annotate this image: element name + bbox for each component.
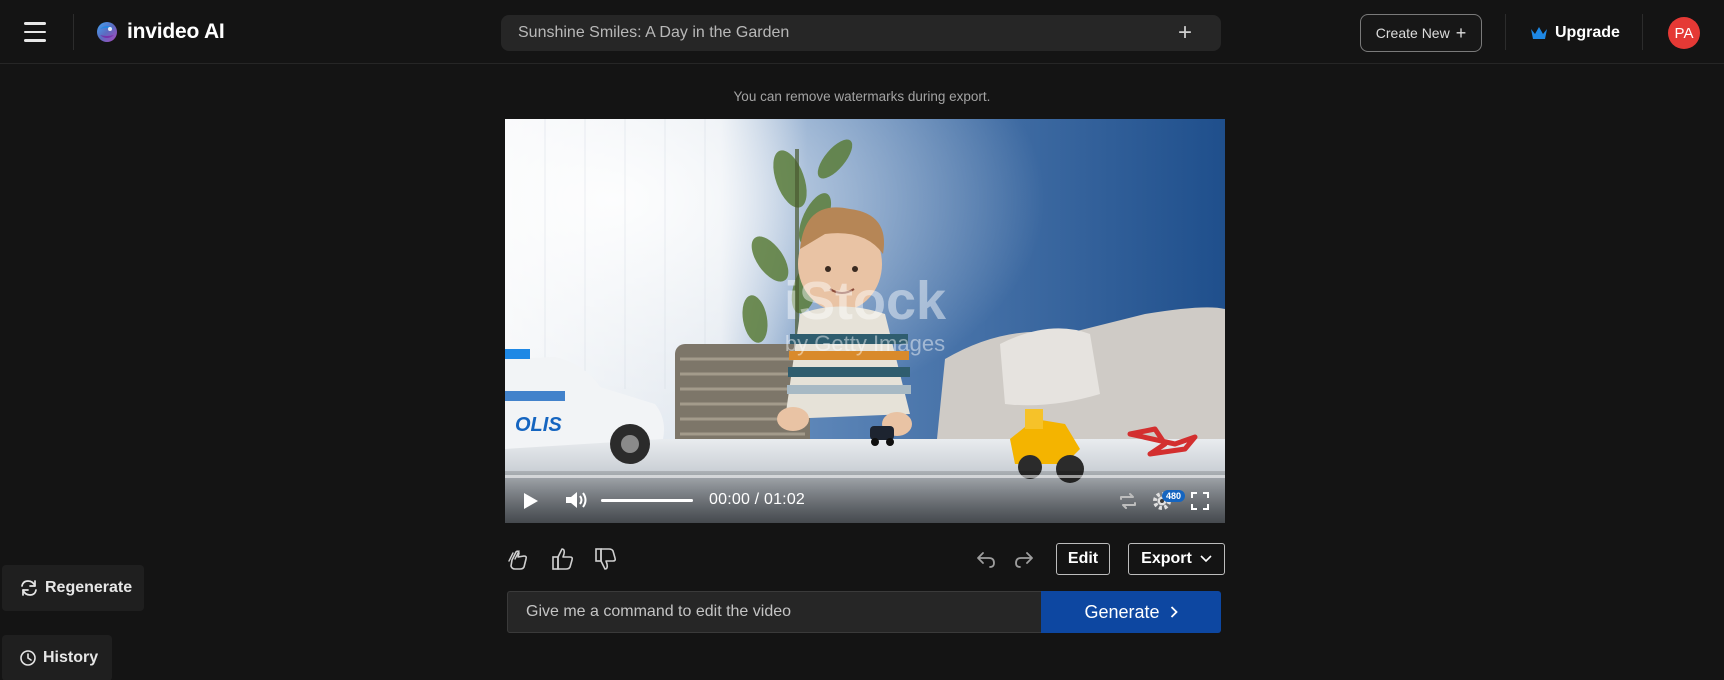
time-display: 00:00 / 01:02	[709, 491, 806, 508]
brand-name: invideo AI	[127, 20, 225, 43]
redo-icon[interactable]	[1013, 548, 1035, 570]
quality-badge: 480	[1162, 490, 1186, 502]
menu-icon[interactable]	[24, 18, 52, 46]
chevron-down-icon	[1200, 555, 1212, 563]
brand[interactable]: invideo AI	[95, 18, 225, 46]
command-input[interactable]	[507, 591, 1042, 633]
play-icon[interactable]	[519, 490, 541, 512]
invideo-logo	[97, 22, 117, 42]
fullscreen-icon[interactable]	[1190, 491, 1210, 511]
create-new-label: Create New	[1375, 25, 1450, 41]
thumbs-down-icon[interactable]	[593, 546, 619, 572]
thumbs-up-icon[interactable]	[550, 546, 576, 572]
export-label: Export	[1141, 550, 1192, 567]
regenerate-button[interactable]: Regenerate	[2, 565, 144, 611]
top-bar: invideo AI Sunshine Smiles: A Day in the…	[0, 0, 1724, 64]
edit-button[interactable]: Edit	[1056, 543, 1110, 575]
crown-icon	[1531, 27, 1547, 39]
export-button[interactable]: Export	[1128, 543, 1225, 575]
upgrade-button[interactable]: Upgrade	[1530, 20, 1620, 46]
watermark-notice: You can remove watermarks during export.	[733, 89, 991, 104]
progress-bar[interactable]	[505, 475, 1225, 478]
history-button[interactable]: History	[2, 635, 112, 680]
refresh-icon	[21, 580, 37, 596]
plus-icon[interactable]: +	[1178, 21, 1192, 45]
clap-icon[interactable]	[506, 546, 532, 572]
avatar[interactable]: PA	[1668, 17, 1700, 49]
divider	[1642, 14, 1643, 50]
volume-fill	[601, 499, 693, 502]
create-new-button[interactable]: Create New +	[1360, 14, 1482, 52]
history-label: History	[43, 649, 99, 666]
divider	[1505, 14, 1506, 50]
clock-icon	[20, 650, 36, 666]
generate-label: Generate	[1084, 601, 1160, 622]
svg-text:iStock: iStock	[784, 271, 947, 331]
generate-button[interactable]: Generate	[1041, 591, 1221, 633]
divider	[73, 14, 74, 50]
upgrade-label: Upgrade	[1555, 24, 1620, 41]
regenerate-label: Regenerate	[45, 579, 133, 596]
undo-icon[interactable]	[975, 548, 997, 570]
chevron-right-icon	[1170, 606, 1178, 618]
project-title[interactable]: Sunshine Smiles: A Day in the Garden	[518, 24, 1178, 42]
svg-text:by Getty Images: by Getty Images	[785, 331, 945, 356]
plus-icon: +	[1455, 23, 1467, 43]
video-player[interactable]: OLIS iStock by Getty Images 00:00 / 01:0…	[505, 119, 1225, 523]
volume-slider[interactable]	[601, 499, 693, 502]
video-frame: OLIS iStock by Getty Images	[505, 119, 1225, 523]
svg-text:OLIS: OLIS	[515, 414, 562, 436]
watermark: iStock by Getty Images	[784, 271, 947, 356]
loop-icon[interactable]	[1117, 491, 1139, 511]
project-title-field[interactable]: Sunshine Smiles: A Day in the Garden +	[501, 15, 1221, 51]
volume-icon[interactable]	[563, 488, 589, 512]
